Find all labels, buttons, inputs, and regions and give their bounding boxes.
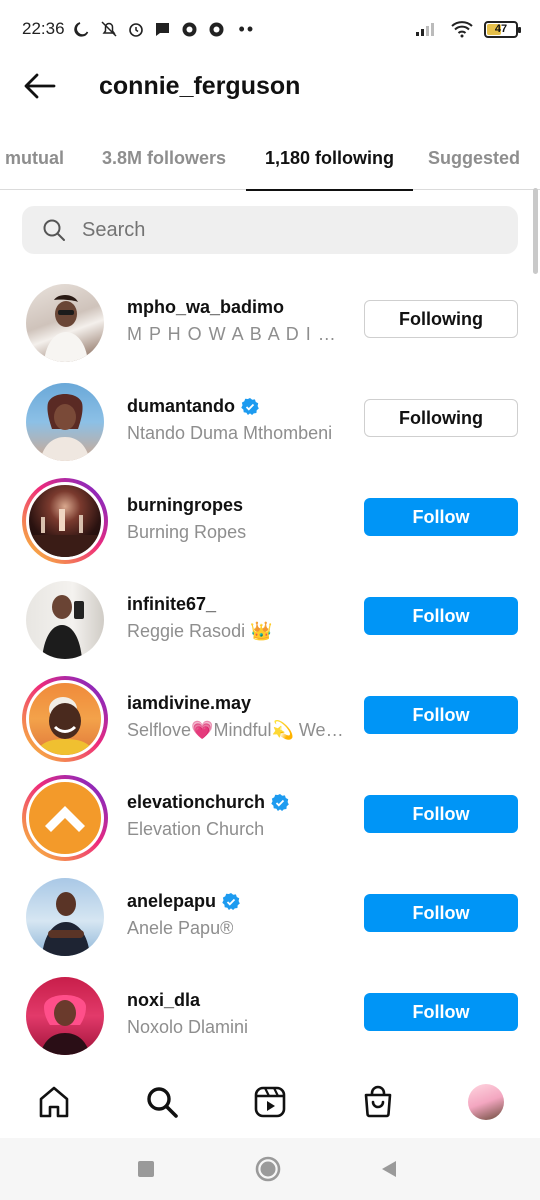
arrow-left-icon xyxy=(24,73,56,99)
full-name: Reggie Rasodi 👑 xyxy=(127,621,273,641)
search-icon xyxy=(147,1087,178,1118)
tab-followers[interactable]: 3.8M followers xyxy=(96,126,232,190)
search-bar[interactable] xyxy=(22,206,518,254)
avatar[interactable] xyxy=(22,577,108,663)
follow-button[interactable]: Follow xyxy=(364,696,518,734)
status-icons: •• xyxy=(73,19,256,40)
status-time: 22:36 xyxy=(22,19,65,38)
username[interactable]: infinite67_ xyxy=(127,594,216,615)
full-name: Burning Ropes xyxy=(127,522,247,542)
list-item[interactable]: dumantando Ntando Duma Mthombeni Followi… xyxy=(0,369,540,468)
nav-home[interactable] xyxy=(34,1082,74,1122)
follow-button[interactable]: Follow xyxy=(364,597,518,635)
signal-icon xyxy=(414,20,440,38)
tab-following[interactable]: 1,180 following xyxy=(246,126,413,191)
list-item[interactable]: anelepapu Anele Papu® Follow xyxy=(0,864,540,963)
avatar-story-ring[interactable] xyxy=(22,478,108,564)
mute-icon xyxy=(100,20,118,38)
full-name: Ntando Duma Mthombeni xyxy=(127,423,333,443)
username[interactable]: noxi_dla xyxy=(127,990,200,1011)
page-header: connie_ferguson xyxy=(0,58,540,114)
chrome-icon xyxy=(208,20,226,38)
username[interactable]: elevationchurch xyxy=(127,792,289,813)
nav-search[interactable] xyxy=(142,1082,182,1122)
avatar[interactable] xyxy=(22,973,108,1059)
reels-icon xyxy=(254,1086,286,1118)
profile-avatar xyxy=(468,1084,504,1120)
full-name: Anele Papu® xyxy=(127,918,234,938)
following-button[interactable]: Following xyxy=(364,399,518,437)
moon-icon xyxy=(73,20,91,38)
full-name: M P H O W A B A D I M O xyxy=(127,324,347,344)
full-name: Noxolo Dlamini xyxy=(127,1017,249,1037)
follow-button[interactable]: Follow xyxy=(364,498,518,536)
tab-bar: mutual 3.8M followers 1,180 following Su… xyxy=(0,126,540,191)
following-button[interactable]: Following xyxy=(364,300,518,338)
recents-button[interactable] xyxy=(129,1152,163,1186)
alarm-icon xyxy=(127,20,145,38)
list-item[interactable]: elevationchurch Elevation Church Follow xyxy=(0,765,540,864)
follow-button[interactable]: Follow xyxy=(364,894,518,932)
follow-button[interactable]: Follow xyxy=(364,993,518,1031)
username[interactable]: burningropes xyxy=(127,495,243,516)
avatar-story-ring[interactable] xyxy=(22,775,108,861)
back-nav-button[interactable] xyxy=(372,1152,406,1186)
list-item[interactable]: infinite67_ Reggie Rasodi 👑 Follow xyxy=(0,567,540,666)
list-item[interactable]: mpho_wa_badimo M P H O W A B A D I M O F… xyxy=(0,270,540,369)
username[interactable]: mpho_wa_badimo xyxy=(127,297,284,318)
avatar[interactable] xyxy=(22,874,108,960)
back-button[interactable] xyxy=(0,58,80,114)
status-bar: 22:36 •• 47 xyxy=(0,0,540,58)
recents-icon xyxy=(138,1161,154,1177)
system-nav-bar xyxy=(0,1138,540,1200)
username[interactable]: iamdivine.may xyxy=(127,693,251,714)
verified-badge-icon xyxy=(271,793,289,811)
avatar xyxy=(26,482,104,560)
following-list: mpho_wa_badimo M P H O W A B A D I M O F… xyxy=(0,270,540,1060)
shop-icon xyxy=(364,1085,392,1118)
nav-reels[interactable] xyxy=(250,1082,290,1122)
list-item[interactable]: burningropes Burning Ropes Follow xyxy=(0,468,540,567)
search-icon xyxy=(43,219,65,241)
scrollbar[interactable] xyxy=(533,188,538,274)
follow-button[interactable]: Follow xyxy=(364,795,518,833)
username[interactable]: dumantando xyxy=(127,396,259,417)
verified-badge-icon xyxy=(222,892,240,910)
tab-label: Suggested xyxy=(428,147,521,168)
tab-label: 3.8M followers xyxy=(101,147,227,168)
home-icon xyxy=(39,1086,69,1118)
back-triangle-icon xyxy=(382,1161,396,1177)
elevation-logo-icon xyxy=(45,806,85,832)
tab-label: 1,180 following xyxy=(264,147,395,168)
more-dots: •• xyxy=(238,18,256,39)
page-title: connie_ferguson xyxy=(99,71,301,100)
wifi-icon xyxy=(450,20,474,38)
avatar xyxy=(26,680,104,758)
full-name: Selflove💗Mindful💫 Wellness xyxy=(127,720,347,740)
list-item[interactable]: noxi_dla Noxolo Dlamini Follow xyxy=(0,963,540,1060)
chrome-icon xyxy=(181,20,199,38)
nav-profile[interactable] xyxy=(466,1082,506,1122)
full-name: Elevation Church xyxy=(127,819,265,839)
home-button[interactable] xyxy=(251,1152,285,1186)
bottom-nav xyxy=(0,1068,540,1138)
verified-badge-icon xyxy=(241,397,259,415)
battery-level: 47 xyxy=(494,23,508,35)
avatar[interactable] xyxy=(22,379,108,465)
avatar xyxy=(26,779,104,857)
avatar[interactable] xyxy=(22,280,108,366)
username[interactable]: anelepapu xyxy=(127,891,240,912)
message-icon xyxy=(154,20,172,38)
home-circle-icon xyxy=(255,1156,281,1182)
battery-icon: 47 xyxy=(484,20,521,38)
tab-suggested[interactable]: Suggested xyxy=(428,126,526,190)
tab-label: mutual xyxy=(5,147,65,168)
search-input[interactable] xyxy=(82,218,482,242)
avatar-story-ring[interactable] xyxy=(22,676,108,762)
nav-shop[interactable] xyxy=(358,1082,398,1122)
list-item[interactable]: iamdivine.may Selflove💗Mindful💫 Wellness… xyxy=(0,666,540,765)
tab-mutual[interactable]: mutual xyxy=(5,126,67,190)
